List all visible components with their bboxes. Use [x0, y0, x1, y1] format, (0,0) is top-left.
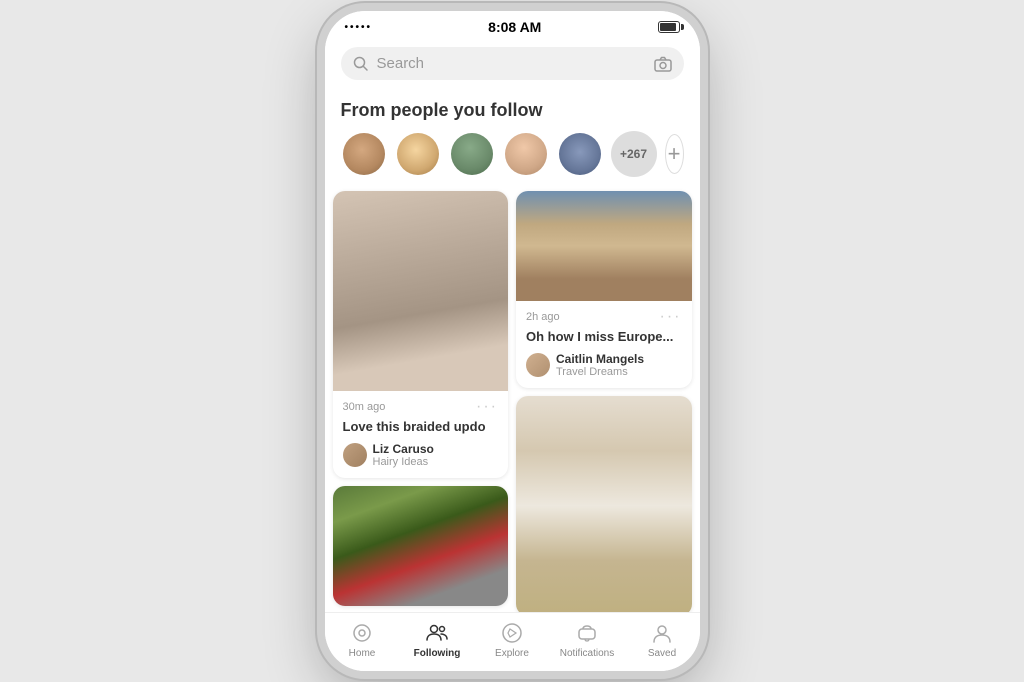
camera-icon[interactable] — [654, 56, 672, 72]
followers-row: +267 + — [325, 131, 700, 191]
search-placeholder: Search — [377, 55, 646, 72]
nav-item-notifications[interactable]: Notifications — [550, 621, 625, 659]
signal-dots: ••••• — [345, 22, 373, 33]
phone-frame: ••••• 8:08 AM Search — [325, 11, 700, 671]
pin-image-europe — [516, 191, 692, 301]
follower-avatar-1[interactable] — [341, 131, 387, 177]
author-avatar-liz — [343, 443, 367, 467]
nav-label-home: Home — [349, 648, 376, 659]
follower-avatar-4[interactable] — [503, 131, 549, 177]
more-followers-badge[interactable]: +267 — [611, 131, 657, 177]
pin-card-interior[interactable] — [516, 396, 692, 612]
search-icon — [353, 56, 369, 72]
pin-card-food[interactable] — [333, 486, 509, 606]
author-name-liz: Liz Caruso — [373, 442, 434, 456]
bottom-nav: Home Following Explore — [325, 612, 700, 671]
home-icon — [350, 621, 374, 645]
pin-title-hair: Love this braided updo — [343, 419, 499, 436]
saved-icon — [650, 621, 674, 645]
explore-icon — [500, 621, 524, 645]
notifications-icon — [575, 621, 599, 645]
nav-item-saved[interactable]: Saved — [625, 621, 700, 659]
pin-time-hair: 30m ago ··· — [343, 399, 499, 415]
follower-avatar-3[interactable] — [449, 131, 495, 177]
pin-image-hair — [333, 191, 509, 391]
nav-label-notifications: Notifications — [560, 648, 614, 659]
pin-image-interior — [516, 396, 692, 612]
nav-item-following[interactable]: Following — [400, 621, 475, 659]
battery-icon — [658, 21, 680, 33]
pin-grid: 30m ago ··· Love this braided updo Liz C… — [325, 191, 700, 612]
pin-meta-europe: 2h ago ··· Oh how I miss Europe... Caitl… — [516, 301, 692, 388]
author-board-caitlin: Travel Dreams — [556, 366, 644, 378]
nav-label-explore: Explore — [495, 648, 529, 659]
follower-avatar-5[interactable] — [557, 131, 603, 177]
search-container: Search — [325, 39, 700, 88]
author-info-caitlin: Caitlin Mangels Travel Dreams — [556, 352, 644, 378]
author-info-liz: Liz Caruso Hairy Ideas — [373, 442, 434, 468]
search-bar[interactable]: Search — [341, 47, 684, 80]
author-avatar-caitlin — [526, 353, 550, 377]
follower-avatar-2[interactable] — [395, 131, 441, 177]
pin-card-hair[interactable]: 30m ago ··· Love this braided updo Liz C… — [333, 191, 509, 478]
main-content: From people you follow +267 + — [325, 88, 700, 612]
section-title: From people you follow — [325, 88, 700, 131]
nav-item-home[interactable]: Home — [325, 621, 400, 659]
pin-author-hair[interactable]: Liz Caruso Hairy Ideas — [343, 442, 499, 468]
author-board-liz: Hairy Ideas — [373, 456, 434, 468]
author-name-caitlin: Caitlin Mangels — [556, 352, 644, 366]
nav-item-explore[interactable]: Explore — [475, 621, 550, 659]
status-time: 8:08 AM — [488, 19, 541, 35]
pin-time-europe: 2h ago ··· — [526, 309, 682, 325]
pin-title-europe: Oh how I miss Europe... — [526, 329, 682, 346]
pin-image-food — [333, 486, 509, 606]
nav-label-saved: Saved — [648, 648, 676, 659]
pin-card-europe[interactable]: 2h ago ··· Oh how I miss Europe... Caitl… — [516, 191, 692, 388]
following-icon — [425, 621, 449, 645]
pin-author-europe[interactable]: Caitlin Mangels Travel Dreams — [526, 352, 682, 378]
pin-meta-hair: 30m ago ··· Love this braided updo Liz C… — [333, 391, 509, 478]
pin-options-hair[interactable]: ··· — [476, 399, 498, 415]
plus-icon: + — [668, 143, 681, 165]
add-followers-button[interactable]: + — [665, 134, 684, 174]
pin-options-europe[interactable]: ··· — [660, 309, 682, 325]
status-bar: ••••• 8:08 AM — [325, 11, 700, 39]
nav-label-following: Following — [414, 648, 461, 659]
